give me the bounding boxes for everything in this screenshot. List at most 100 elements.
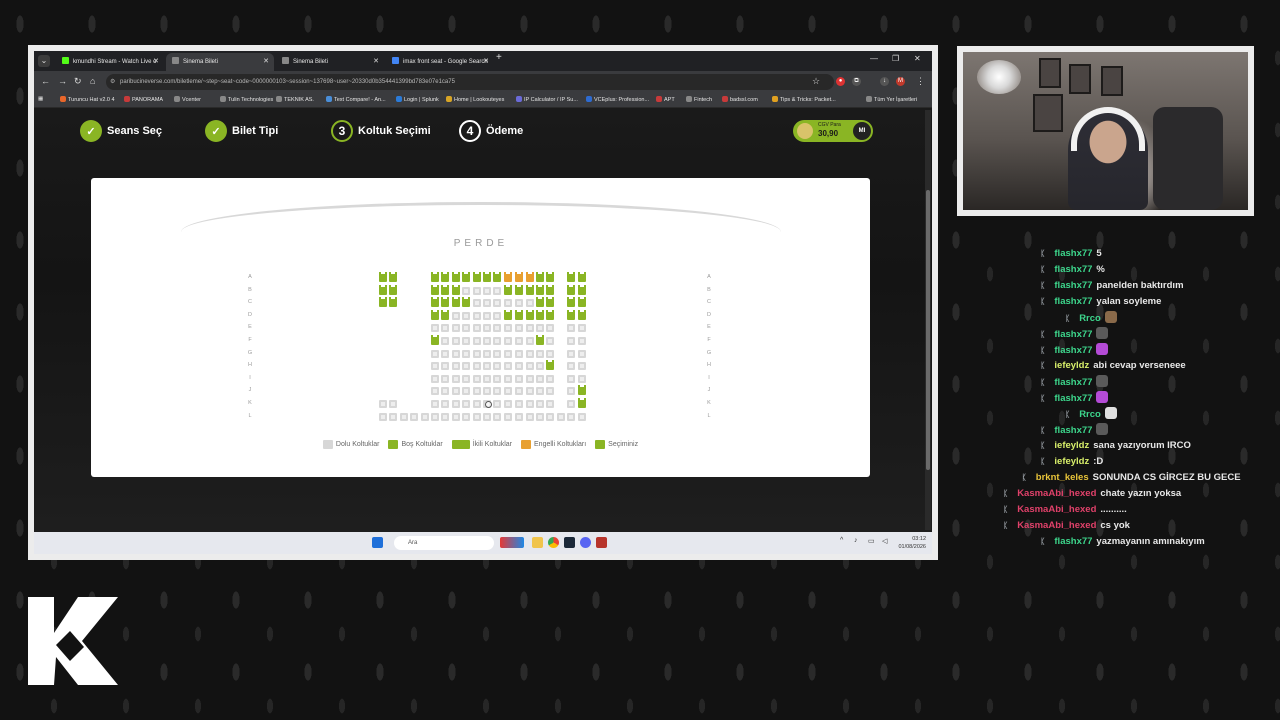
seat-available[interactable] xyxy=(536,284,544,295)
close-window-icon[interactable]: ✕ xyxy=(914,54,921,63)
step-2[interactable]: ✓ Bilet Tipi xyxy=(205,120,278,142)
seat-available[interactable] xyxy=(431,272,439,282)
bookmark-item[interactable]: IP Calculator / IP Su... xyxy=(516,96,578,103)
bookmark-item[interactable]: APT xyxy=(656,96,675,103)
seat-available[interactable] xyxy=(567,284,576,295)
file-explorer-icon[interactable] xyxy=(532,537,543,548)
page-scrollbar[interactable] xyxy=(925,110,931,530)
seat-available[interactable] xyxy=(577,284,586,295)
bookmark-item[interactable]: Text Compare! - An... xyxy=(326,96,386,103)
seat-available[interactable] xyxy=(431,335,439,345)
seat-available[interactable] xyxy=(546,284,555,295)
seat-available[interactable] xyxy=(451,284,460,295)
seat-available[interactable] xyxy=(577,385,586,396)
seat-available[interactable] xyxy=(577,272,586,282)
seat-available[interactable] xyxy=(546,309,555,320)
seat-available[interactable] xyxy=(567,272,576,282)
profile-avatar[interactable]: M xyxy=(896,77,905,86)
seat-available[interactable] xyxy=(536,272,544,282)
seat-accessible[interactable] xyxy=(503,272,512,282)
tab-close-icon[interactable]: ✕ xyxy=(153,53,159,71)
seat-available[interactable] xyxy=(503,309,512,320)
seat-available[interactable] xyxy=(472,272,481,282)
menu-kebab-icon[interactable]: ⋮ xyxy=(916,76,925,87)
bookmark-item[interactable]: VCEplus: Profession... xyxy=(586,96,649,103)
chat-username[interactable]: flashx77 xyxy=(1054,536,1092,547)
chat-username[interactable]: iefeyldz xyxy=(1054,360,1089,371)
seat-available[interactable] xyxy=(431,284,439,295)
chrome-icon[interactable] xyxy=(548,537,559,548)
wallet-badge[interactable]: CGV Para 30,90 MI xyxy=(793,120,873,142)
back-icon[interactable]: ← xyxy=(41,76,50,86)
forward-icon[interactable]: → xyxy=(58,76,67,86)
seat-available[interactable] xyxy=(389,284,398,295)
user-avatar[interactable]: MI xyxy=(853,122,871,140)
seat-available[interactable] xyxy=(577,309,586,320)
seat-available[interactable] xyxy=(536,297,544,308)
restore-icon[interactable]: ❐ xyxy=(892,54,899,63)
seat-available[interactable] xyxy=(503,284,512,295)
chat-username[interactable]: flashx77 xyxy=(1054,393,1092,404)
seat-available[interactable] xyxy=(379,284,387,295)
chat-username[interactable]: iefeyldz xyxy=(1054,440,1089,451)
mic-icon[interactable]: ♪ xyxy=(854,537,858,544)
steam-icon[interactable] xyxy=(564,537,575,548)
tab-close-icon[interactable]: ✕ xyxy=(373,53,379,71)
chat-username[interactable]: iefeyldz xyxy=(1054,456,1089,467)
bookmark-item[interactable]: TEKNIK AS. xyxy=(276,96,314,103)
taskbar-search[interactable]: Ara xyxy=(394,536,494,550)
browser-tab[interactable]: Sinema Bileti ✕ xyxy=(166,53,274,71)
sneaker-widget-icon[interactable] xyxy=(500,537,524,548)
windows-start-icon[interactable] xyxy=(372,537,383,548)
seat-available[interactable] xyxy=(451,297,460,308)
bookmark-item[interactable]: Vcenter xyxy=(174,96,201,103)
bookmark-item[interactable]: badssl.com xyxy=(722,96,758,103)
seat-available[interactable] xyxy=(577,398,586,408)
seat-available[interactable] xyxy=(441,297,450,308)
seat-available[interactable] xyxy=(536,309,544,320)
discord-icon[interactable] xyxy=(580,537,591,548)
chat-username[interactable]: flashx77 xyxy=(1054,248,1092,259)
seat-available[interactable] xyxy=(525,309,534,320)
chat-username[interactable]: flashx77 xyxy=(1054,377,1092,388)
seat-available[interactable] xyxy=(483,272,491,282)
chat-username[interactable]: flashx77 xyxy=(1054,329,1092,340)
scrollbar-thumb[interactable] xyxy=(926,190,930,470)
bookmark-star-icon[interactable]: ☆ xyxy=(812,76,820,87)
browser-tab[interactable]: kmundhi Stream - Watch Live o ✕ xyxy=(56,53,164,71)
chat-username[interactable]: flashx77 xyxy=(1054,345,1092,356)
reload-icon[interactable]: ↻ xyxy=(74,76,82,87)
home-icon[interactable]: ⌂ xyxy=(90,76,95,86)
chat-username[interactable]: KasmaAbi_hexed xyxy=(1017,488,1096,499)
seat-available[interactable] xyxy=(567,309,576,320)
seat-available[interactable] xyxy=(379,272,387,282)
chat-username[interactable]: flashx77 xyxy=(1054,296,1092,307)
extensions-puzzle-icon[interactable]: ⧉ xyxy=(852,77,861,86)
seat-available[interactable] xyxy=(577,297,586,308)
bookmark-item[interactable]: Tüm Yer İşaretleri xyxy=(866,96,917,103)
step-1[interactable]: ✓ Seans Seç xyxy=(80,120,162,142)
seat-available[interactable] xyxy=(546,272,555,282)
bookmark-item[interactable]: Tips & Tricks: Packet... xyxy=(772,96,836,103)
seat-accessible[interactable] xyxy=(525,272,534,282)
chat-username[interactable]: Rrco xyxy=(1079,313,1101,324)
chat-username[interactable]: flashx77 xyxy=(1054,425,1092,436)
tray-chevron-icon[interactable]: ^ xyxy=(840,537,843,544)
bookmark-item[interactable]: Home | Lookouteyes xyxy=(446,96,504,103)
network-icon[interactable]: ▭ xyxy=(868,537,875,545)
taskbar-clock[interactable]: 03:12 01/08/2026 xyxy=(886,535,926,551)
seat-available[interactable] xyxy=(441,309,450,320)
chat-username[interactable]: flashx77 xyxy=(1054,280,1092,291)
seat-available[interactable] xyxy=(431,309,439,320)
seat-available[interactable] xyxy=(515,309,524,320)
seat-available[interactable] xyxy=(451,272,460,282)
chat-username[interactable]: Rrco xyxy=(1079,409,1101,420)
tab-close-icon[interactable]: ✕ xyxy=(483,53,489,71)
chat-username[interactable]: flashx77 xyxy=(1054,264,1092,275)
seat-available[interactable] xyxy=(536,335,544,345)
chat-username[interactable]: KasmaAbi_hexed xyxy=(1017,504,1096,515)
seat-available[interactable] xyxy=(389,297,398,308)
seat-available[interactable] xyxy=(546,360,555,371)
seat-available[interactable] xyxy=(567,297,576,308)
seat-available[interactable] xyxy=(462,272,471,282)
